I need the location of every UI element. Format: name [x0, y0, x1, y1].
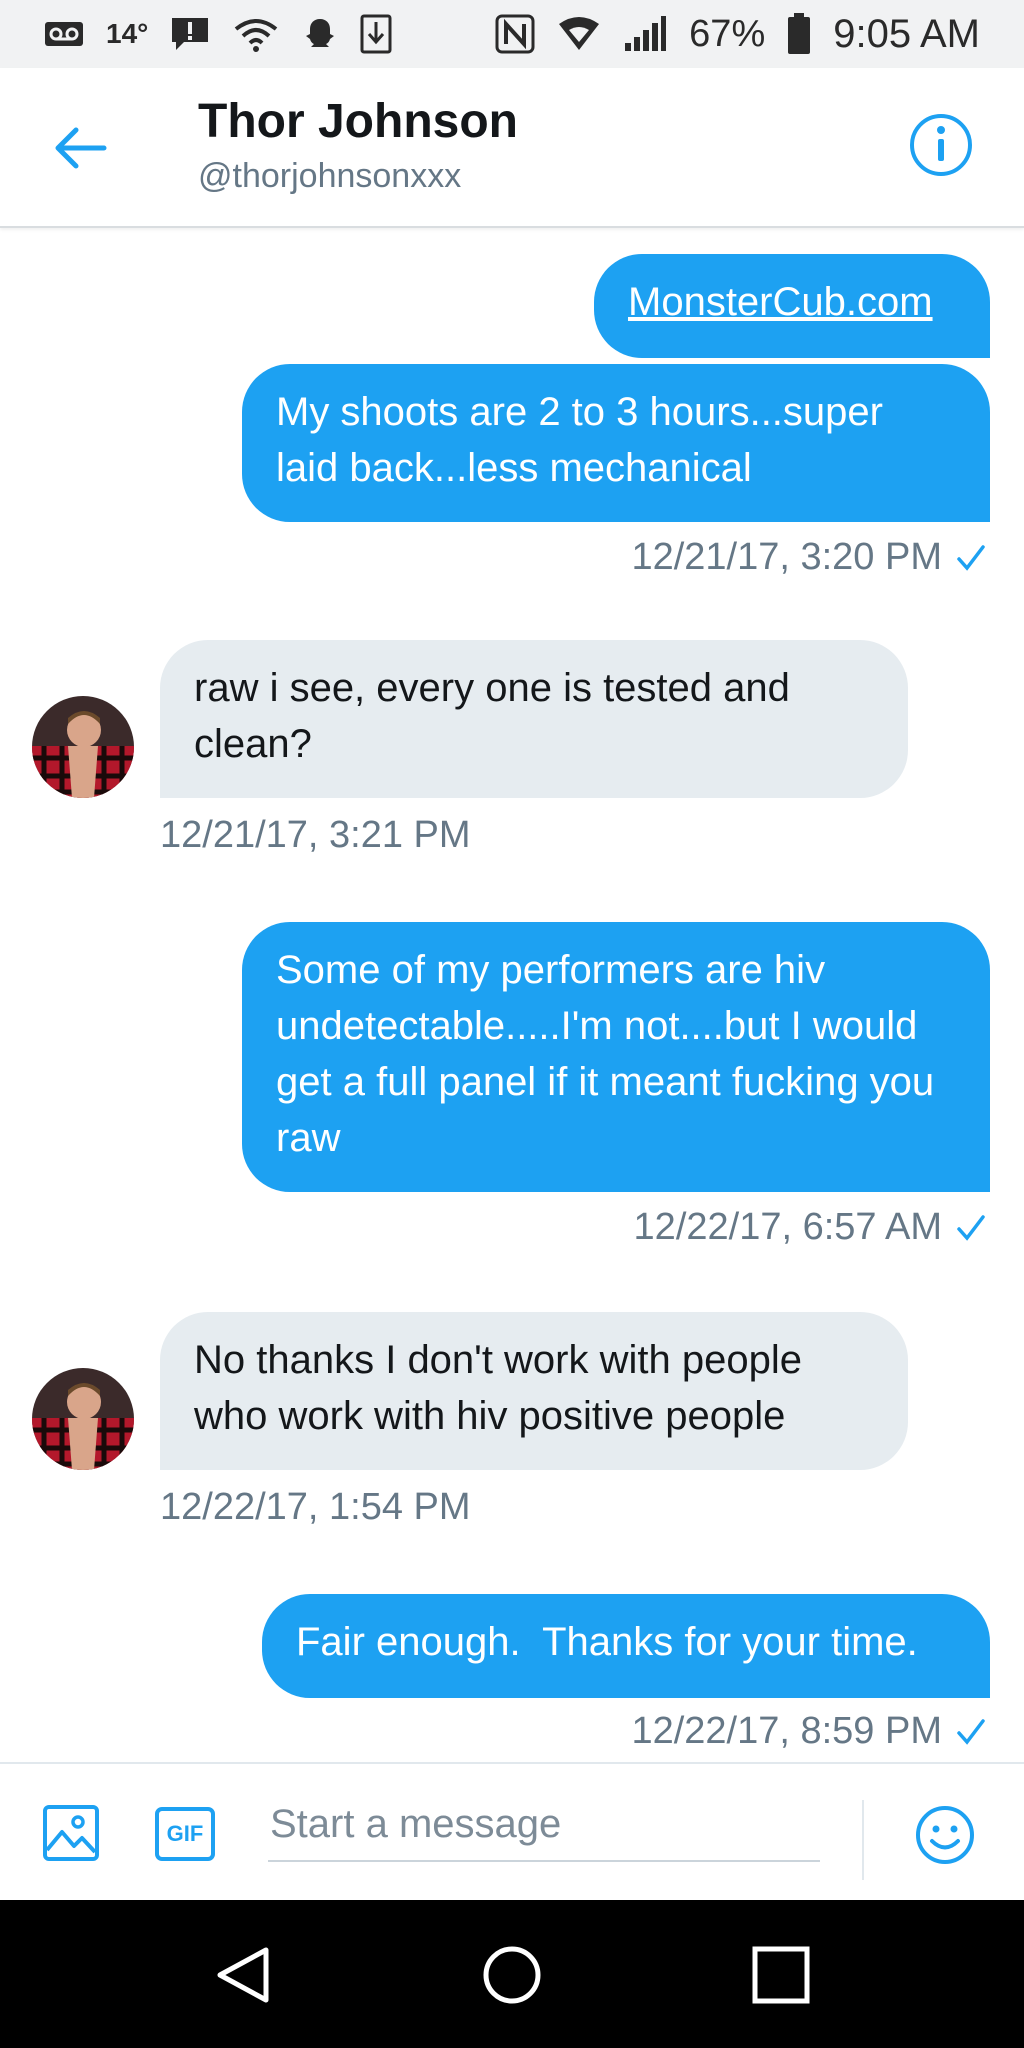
message-link[interactable]: MonsterCub.com	[628, 280, 933, 324]
checkmark-icon	[957, 1718, 985, 1745]
nav-recents-button[interactable]	[750, 1944, 812, 2006]
message-composer: GIF	[0, 1762, 1024, 1902]
message-bubble-outgoing[interactable]: MonsterCub.com	[594, 254, 990, 358]
system-nav-bar	[0, 1900, 1024, 2048]
alert-message-icon	[170, 16, 210, 52]
avatar[interactable]	[32, 696, 134, 798]
timestamp-text: 12/22/17, 1:54 PM	[160, 1486, 471, 1528]
gif-button[interactable]: GIF	[154, 1806, 216, 1862]
message-timestamp: 12/22/17, 8:59 PM	[631, 1710, 986, 1753]
message-input[interactable]	[268, 1788, 820, 1862]
emoji-button[interactable]	[914, 1804, 976, 1866]
message-bubble-incoming[interactable]: No thanks I don't work with people who w…	[160, 1312, 908, 1470]
timestamp-text: 12/21/17, 3:21 PM	[160, 814, 471, 856]
wifi-call-icon	[232, 15, 280, 53]
avatar-image	[32, 696, 134, 798]
arrow-left-icon	[55, 127, 107, 169]
battery-percent: 67%	[689, 12, 766, 55]
timestamp-text: 12/22/17, 6:57 AM	[633, 1206, 942, 1248]
message-text: Fair enough. Thanks for your time.	[296, 1620, 918, 1664]
message-bubble-incoming[interactable]: raw i see, every one is tested and clean…	[160, 640, 908, 798]
message-text: raw i see, every one is tested and clean…	[194, 666, 790, 766]
timestamp-text: 12/21/17, 3:20 PM	[631, 536, 942, 578]
message-text: Some of my performers are hiv undetectab…	[276, 948, 935, 1160]
back-button[interactable]	[50, 118, 110, 178]
info-icon	[910, 114, 972, 176]
timestamp-text: 12/22/17, 8:59 PM	[631, 1710, 942, 1752]
composer-divider	[862, 1800, 864, 1880]
smiley-icon	[916, 1806, 974, 1864]
clock: 9:05 AM	[833, 11, 980, 56]
add-media-button[interactable]	[42, 1804, 100, 1862]
battery-icon	[787, 13, 811, 55]
contact-name: Thor Johnson	[198, 95, 518, 148]
signal-icon	[623, 15, 667, 53]
temperature: 14°	[106, 18, 149, 49]
checkmark-icon	[957, 1214, 985, 1241]
message-timestamp: 12/22/17, 1:54 PM	[160, 1486, 471, 1529]
contact-info[interactable]: Thor Johnson @thorjohnsonxxx	[198, 95, 518, 196]
checkmark-icon	[957, 544, 985, 571]
status-bar: 14° 67% 9:05 AM	[0, 0, 1024, 68]
message-bubble-outgoing[interactable]: Fair enough. Thanks for your time.	[262, 1594, 990, 1698]
avatar[interactable]	[32, 1368, 134, 1470]
nfc-icon	[495, 14, 535, 54]
message-timestamp: 12/22/17, 6:57 AM	[634, 1206, 986, 1249]
download-icon	[360, 14, 392, 54]
avatar-image	[32, 1368, 134, 1470]
snapchat-icon	[302, 16, 338, 52]
message-text: My shoots are 2 to 3 hours...super laid …	[276, 390, 883, 490]
gif-label: GIF	[166, 1821, 204, 1846]
message-thread[interactable]: MonsterCub.com My shoots are 2 to 3 hour…	[0, 230, 1024, 1760]
info-button[interactable]	[908, 112, 974, 178]
image-icon	[43, 1805, 99, 1861]
circle-home-icon	[483, 1946, 541, 2004]
square-recents-icon	[752, 1946, 810, 2004]
message-bubble-outgoing[interactable]: My shoots are 2 to 3 hours...super laid …	[242, 364, 990, 522]
conversation-header: Thor Johnson @thorjohnsonxxx	[0, 68, 1024, 228]
triangle-back-icon	[217, 1947, 269, 2003]
message-text: No thanks I don't work with people who w…	[194, 1338, 802, 1438]
message-bubble-outgoing[interactable]: Some of my performers are hiv undetectab…	[242, 922, 990, 1192]
message-timestamp: 12/21/17, 3:20 PM	[631, 536, 986, 579]
wifi-icon	[557, 16, 601, 52]
contact-handle: @thorjohnsonxxx	[198, 156, 462, 195]
voicemail-icon	[44, 19, 84, 49]
nav-back-button[interactable]	[212, 1944, 274, 2006]
nav-home-button[interactable]	[481, 1944, 543, 2006]
message-timestamp: 12/21/17, 3:21 PM	[160, 814, 471, 857]
